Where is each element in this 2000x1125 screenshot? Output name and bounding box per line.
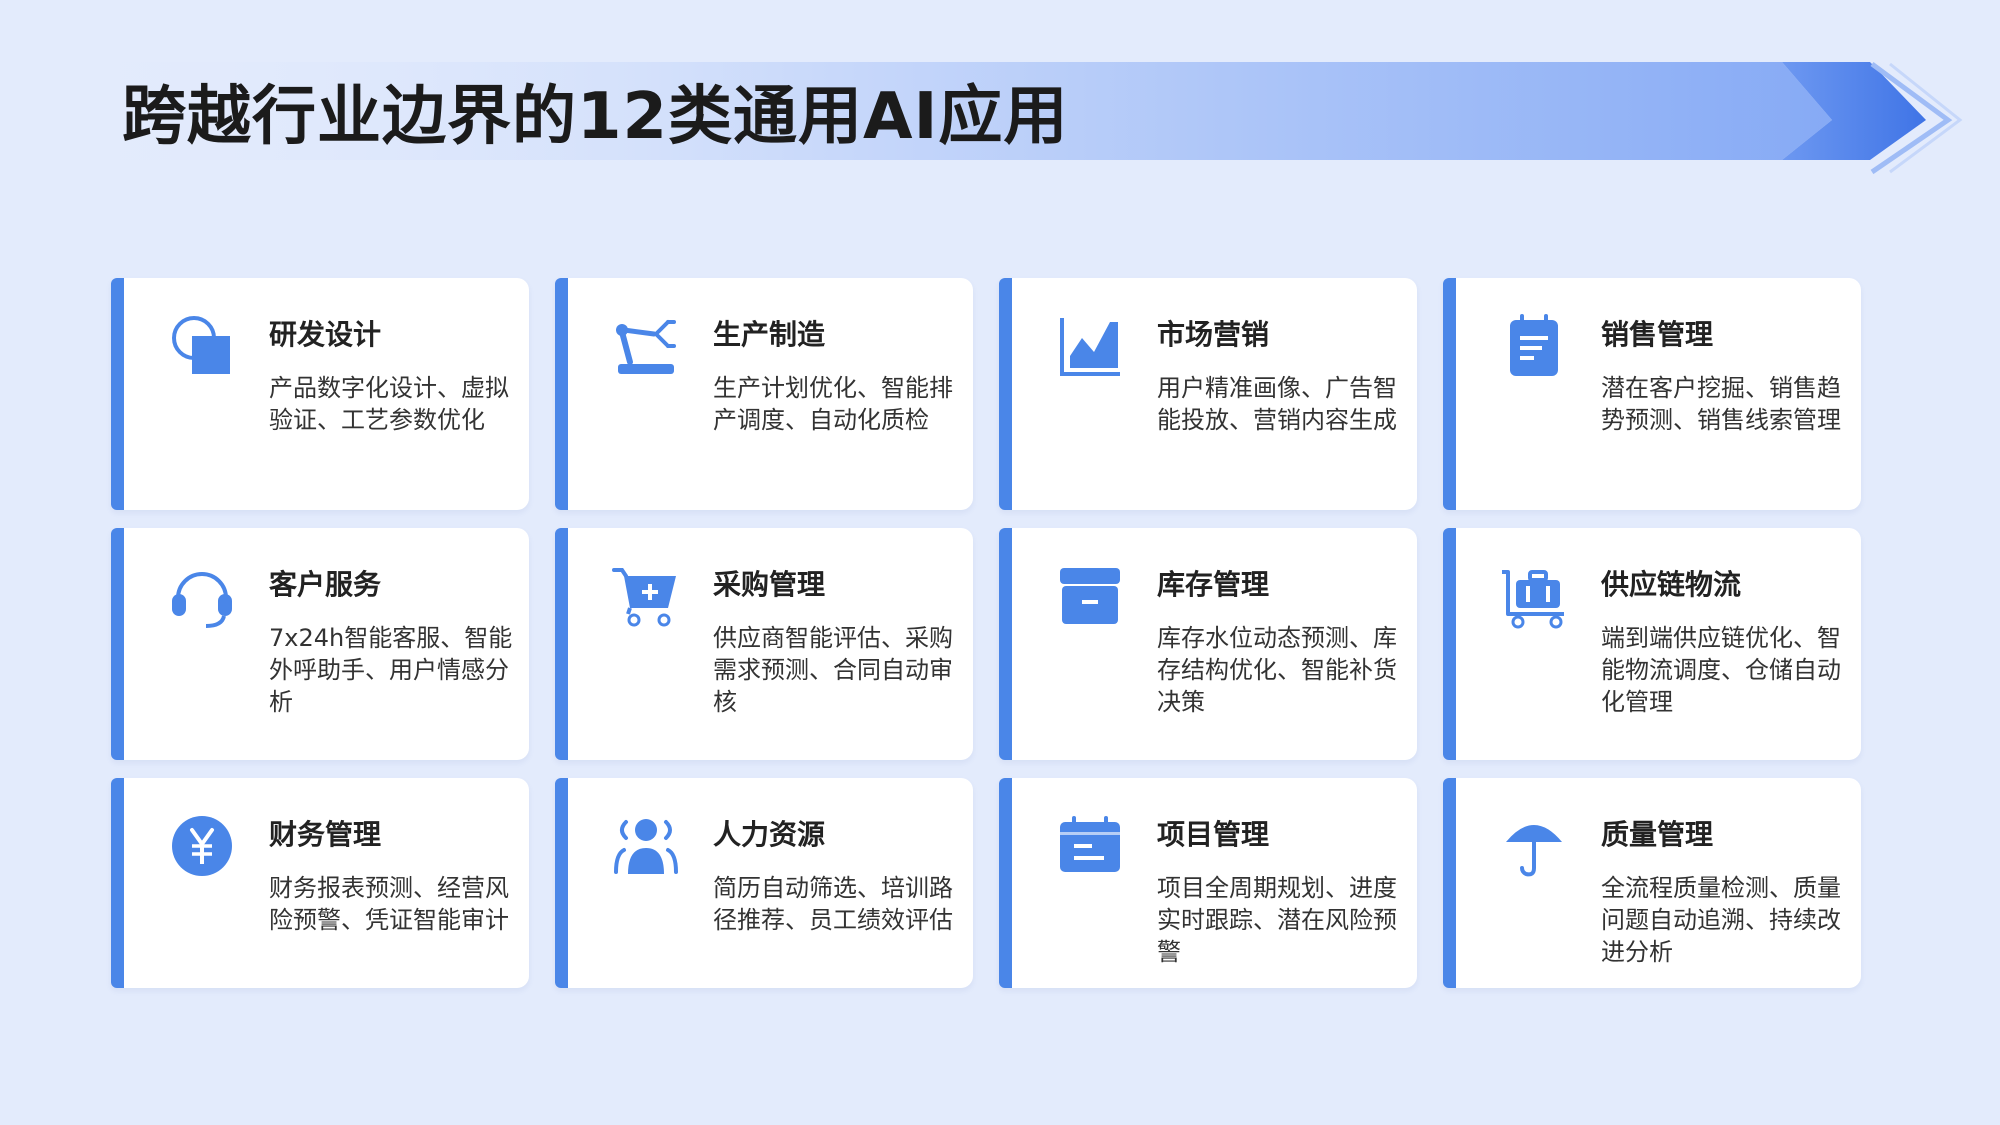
card-description: 产品数字化设计、虚拟验证、工艺参数优化 <box>269 374 509 434</box>
card-description: 财务报表预测、经营风险预警、凭证智能审计 <box>269 874 509 934</box>
card-description: 全流程质量检测、质量问题自动追溯、持续改进分析 <box>1601 874 1841 966</box>
card-description: 生产计划优化、智能排产调度、自动化质检 <box>713 374 953 434</box>
card-title: 采购管理 <box>713 568 826 601</box>
card-title: 研发设计 <box>269 318 382 351</box>
user-group-icon <box>612 812 680 880</box>
card-inventory: 库存管理 库存水位动态预测、库存结构优化、智能补货决策 <box>999 528 1417 760</box>
card-human-resources: 人力资源 简历自动筛选、培训路径推荐、员工绩效评估 <box>555 778 973 988</box>
umbrella-icon <box>1500 812 1568 880</box>
luggage-cart-icon <box>1500 562 1568 630</box>
card-supply-chain: 供应链物流 端到端供应链优化、智能物流调度、仓储自动化管理 <box>1443 528 1861 760</box>
card-marketing: 市场营销 用户精准画像、广告智能投放、营销内容生成 <box>999 278 1417 510</box>
page-title: 跨越行业边界的12类通用AI应用 <box>122 80 1069 154</box>
card-title: 客户服务 <box>269 568 382 601</box>
card-title: 销售管理 <box>1601 318 1714 351</box>
card-rnd-design: 研发设计 产品数字化设计、虚拟验证、工艺参数优化 <box>111 278 529 510</box>
card-description: 项目全周期规划、进度实时跟踪、潜在风险预警 <box>1157 874 1397 966</box>
card-title: 市场营销 <box>1157 318 1270 351</box>
shopping-cart-icon <box>612 562 680 630</box>
card-project-management: 项目管理 项目全周期规划、进度实时跟踪、潜在风险预警 <box>999 778 1417 988</box>
robot-arm-icon <box>612 312 680 380</box>
card-description: 端到端供应链优化、智能物流调度、仓储自动化管理 <box>1601 624 1841 716</box>
card-description: 供应商智能评估、采购需求预测、合同自动审核 <box>713 624 953 716</box>
card-description: 用户精准画像、广告智能投放、营销内容生成 <box>1157 374 1397 434</box>
card-title: 财务管理 <box>269 818 382 851</box>
inventory-box-icon <box>1056 562 1124 630</box>
card-finance: 财务管理 财务报表预测、经营风险预警、凭证智能审计 <box>111 778 529 988</box>
clipboard-icon <box>1500 312 1568 380</box>
title-banner: 跨越行业边界的12类通用AI应用 <box>0 0 2000 260</box>
card-title: 生产制造 <box>713 318 826 351</box>
card-manufacturing: 生产制造 生产计划优化、智能排产调度、自动化质检 <box>555 278 973 510</box>
rnd-design-icon <box>168 312 236 380</box>
card-sales: 销售管理 潜在客户挖掘、销售趋势预测、销售线索管理 <box>1443 278 1861 510</box>
calendar-icon <box>1056 812 1124 880</box>
card-title: 供应链物流 <box>1601 568 1742 601</box>
card-quality-management: 质量管理 全流程质量检测、质量问题自动追溯、持续改进分析 <box>1443 778 1861 988</box>
card-title: 库存管理 <box>1157 568 1270 601</box>
card-customer-service: 客户服务 7x24h智能客服、智能外呼助手、用户情感分析 <box>111 528 529 760</box>
card-description: 潜在客户挖掘、销售趋势预测、销售线索管理 <box>1601 374 1841 434</box>
card-description: 7x24h智能客服、智能外呼助手、用户情感分析 <box>269 624 513 716</box>
card-title: 人力资源 <box>713 818 826 851</box>
card-title: 质量管理 <box>1601 818 1714 851</box>
card-description: 库存水位动态预测、库存结构优化、智能补货决策 <box>1157 624 1397 716</box>
area-chart-icon <box>1056 312 1124 380</box>
application-grid: 研发设计 产品数字化设计、虚拟验证、工艺参数优化 生产制造 生产计划优化、智能排… <box>111 278 1861 988</box>
yen-coin-icon <box>168 812 236 880</box>
card-procurement: 采购管理 供应商智能评估、采购需求预测、合同自动审核 <box>555 528 973 760</box>
headset-icon <box>168 562 236 630</box>
card-description: 简历自动筛选、培训路径推荐、员工绩效评估 <box>713 874 953 934</box>
card-title: 项目管理 <box>1157 818 1270 851</box>
